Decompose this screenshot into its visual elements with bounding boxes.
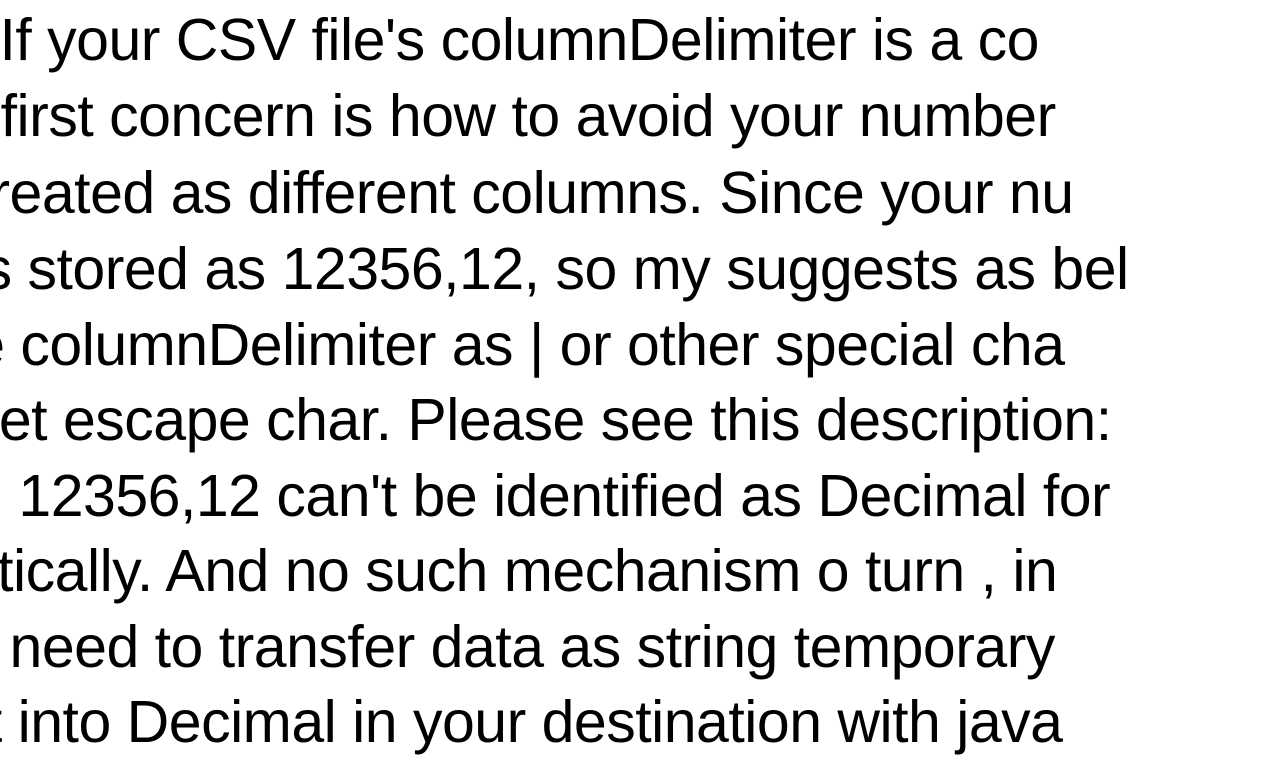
- text-line-10: ert it into Decimal in your destination …: [0, 684, 1062, 760]
- text-line-4: is stored as 12356,12, so my suggests as…: [0, 231, 1129, 307]
- text-line-5: the columnDelimiter as | or other specia…: [0, 307, 1065, 383]
- text-line-1: er 1: If your CSV file's columnDelimiter…: [0, 2, 1039, 78]
- text-line-6: Set escape char. Please see this descrip…: [0, 382, 1112, 458]
- text-line-9: you need to transfer data as string temp…: [0, 609, 1055, 685]
- text-line-8: tomatically. And no such mechanism o tur…: [0, 533, 1057, 609]
- text-line-2: your first concern is how to avoid your …: [0, 78, 1056, 154]
- text-line-7: on, 12356,12 can't be identified as Deci…: [0, 458, 1110, 534]
- text-line-3: be treated as different columns. Since y…: [0, 155, 1074, 231]
